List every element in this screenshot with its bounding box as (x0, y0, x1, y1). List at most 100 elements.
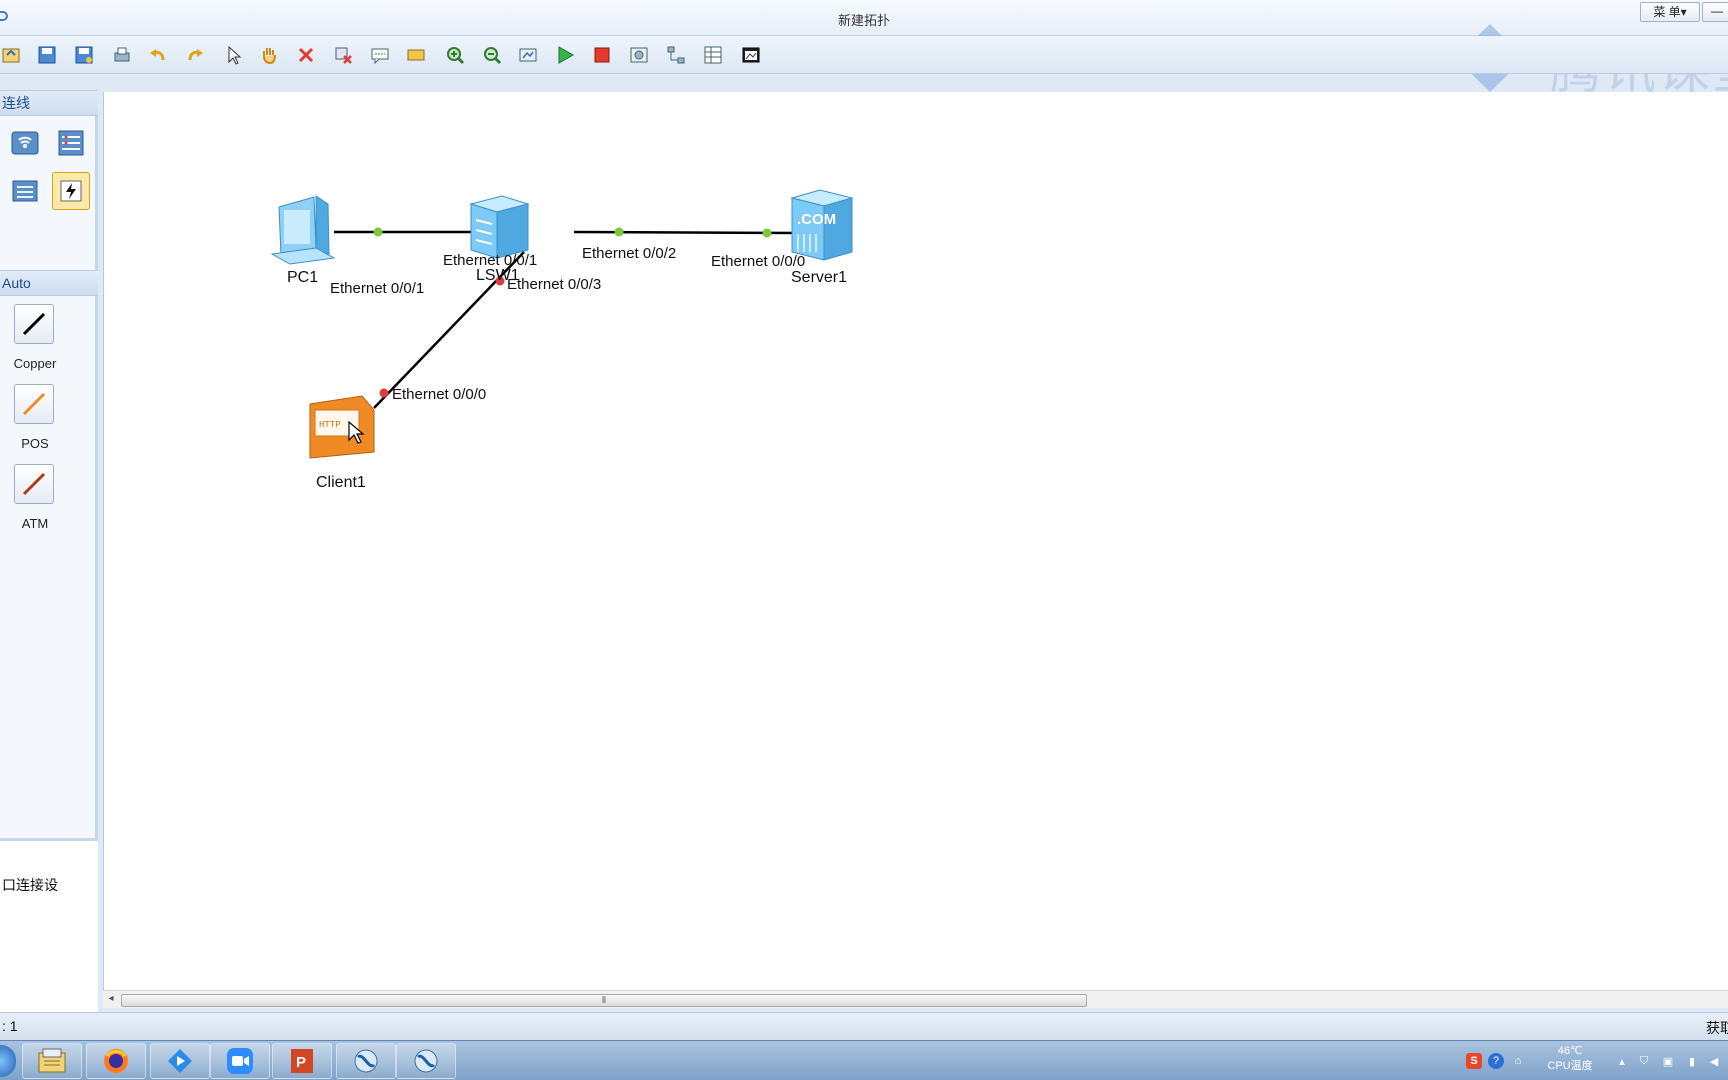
title-bar: 新建拓扑 菜 单▾ — (0, 0, 1728, 36)
port-label-lsw1-0-0-3: Ethernet 0/0/3 (507, 276, 601, 293)
port-status-dot (373, 227, 383, 237)
save-as-icon[interactable] (73, 44, 95, 66)
rack-device-icon[interactable] (52, 124, 90, 162)
port-status-dot (614, 227, 624, 237)
pc-icon (270, 195, 336, 265)
port-status-dot (762, 228, 772, 238)
fit-view-icon[interactable] (517, 44, 539, 66)
atm-label: ATM (21, 516, 49, 531)
signal-icon[interactable]: ▮ (1684, 1053, 1700, 1069)
port-label-lsw1-0-0-1: Ethernet 0/0/1 (443, 252, 537, 269)
capture-icon[interactable] (628, 44, 650, 66)
connection-section-header[interactable]: 连线 (0, 90, 98, 116)
atm-cable-button[interactable] (14, 464, 54, 504)
select-icon[interactable] (222, 44, 244, 66)
topology-icon[interactable] (665, 44, 687, 66)
switch-icon (469, 195, 530, 259)
taskbar-ensp-topology[interactable] (396, 1043, 456, 1079)
pos-label: POS (21, 436, 49, 451)
toolbar (0, 36, 1728, 74)
copper-label: Copper (13, 356, 57, 371)
wireless-device-icon[interactable] (6, 124, 44, 162)
redo-icon[interactable] (184, 44, 206, 66)
delete-link-icon[interactable] (332, 44, 354, 66)
start-orb-icon[interactable] (0, 1045, 16, 1077)
pc1-node[interactable]: PC1 (270, 195, 336, 286)
file-explorer-icon (38, 1048, 66, 1073)
svg-text:HTTP: HTTP (319, 420, 341, 430)
scroll-thumb[interactable]: ⦀ (121, 994, 1087, 1007)
section-title: 连线 (2, 95, 30, 111)
cpu-temperature[interactable]: 46℃ CPU温度 (1540, 1044, 1600, 1074)
topology-diagram[interactable]: PC1 LSW1 .COM Server1 HTTP Client1 Ether… (104, 92, 1728, 992)
ensp-topology-icon (414, 1049, 438, 1073)
sogou-input-icon[interactable]: S (1466, 1053, 1482, 1069)
cable-section-header[interactable]: Auto (0, 270, 98, 296)
port-label-client1: Ethernet 0/0/0 (392, 386, 486, 403)
menu-button[interactable]: 菜 单▾ (1640, 2, 1700, 22)
zoom-out-icon[interactable] (481, 44, 503, 66)
scroll-left-icon[interactable]: ◂ (105, 993, 117, 1007)
status-text: : 1 (2, 1018, 18, 1034)
ensp-icon (354, 1049, 378, 1073)
save-icon[interactable] (36, 44, 58, 66)
client1-node[interactable]: HTTP Client1 (309, 395, 375, 491)
tray-settings-icon[interactable]: ⌂ (1510, 1053, 1526, 1069)
powerpoint-icon: P (291, 1049, 313, 1073)
pos-cable-button[interactable] (14, 384, 54, 424)
server-icon: .COM (790, 189, 854, 261)
http-client-icon: HTTP (309, 395, 375, 459)
topology-canvas[interactable]: PC1 LSW1 .COM Server1 HTTP Client1 Ether… (103, 92, 1728, 992)
window-title: 新建拓扑 (837, 13, 890, 28)
volume-icon[interactable]: ◀ (1706, 1053, 1722, 1069)
network-icon[interactable]: ▣ (1660, 1053, 1676, 1069)
undo-icon[interactable] (147, 44, 169, 66)
tencent-class-icon (168, 1049, 192, 1073)
auto-cable-icon[interactable] (52, 172, 90, 210)
description-text: 口连接设 (2, 877, 58, 893)
taskbar-firefox[interactable] (86, 1043, 146, 1079)
print-icon[interactable] (111, 44, 133, 66)
port-status-dot (379, 388, 389, 398)
security-shield-icon[interactable]: ⛉ (1636, 1053, 1652, 1069)
status-link[interactable]: 获取 (1706, 1018, 1728, 1038)
client1-label: Client1 (316, 474, 366, 491)
pc1-label: PC1 (287, 269, 318, 286)
copper-cable-button[interactable] (14, 304, 54, 344)
screenshot-icon[interactable] (740, 44, 762, 66)
taskbar: P S ? ⌂ 46℃ CPU温度 ▴ ⛉ ▣ ▮ ◀ (0, 1040, 1728, 1080)
delete-icon[interactable] (295, 44, 317, 66)
atm-cable-icon (22, 472, 46, 496)
section-title: Auto (2, 275, 31, 291)
firefox-icon (104, 1049, 128, 1073)
show-hidden-icons-icon[interactable]: ▴ (1614, 1053, 1630, 1069)
svg-text:.COM: .COM (797, 211, 836, 228)
pan-hand-icon[interactable] (258, 44, 280, 66)
server1-label: Server1 (791, 269, 847, 286)
minimize-button[interactable]: — (1702, 2, 1728, 22)
port-label-server1: Ethernet 0/0/0 (711, 253, 805, 270)
grid-icon[interactable] (702, 44, 724, 66)
cpu-temp-label: CPU温度 (1547, 1060, 1593, 1072)
switch-stack-icon[interactable] (6, 172, 44, 210)
status-bar: : 1 获取 (0, 1012, 1728, 1040)
server1-node[interactable]: .COM Server1 (790, 189, 854, 286)
taskbar-ensp[interactable] (336, 1043, 396, 1079)
new-icon[interactable] (0, 44, 22, 66)
stop-device-icon[interactable] (591, 44, 613, 66)
taskbar-powerpoint[interactable]: P (272, 1043, 332, 1079)
cpu-temp-value: 46℃ (1557, 1045, 1583, 1057)
start-device-icon[interactable] (554, 44, 576, 66)
help-icon[interactable]: ? (1488, 1053, 1504, 1069)
svg-text:P: P (296, 1054, 306, 1071)
horizontal-scrollbar[interactable]: ◂ ⦀ (103, 990, 1728, 1008)
pos-cable-icon (22, 392, 46, 416)
taskbar-tencent-class[interactable] (150, 1043, 210, 1079)
rectangle-icon[interactable] (405, 44, 427, 66)
zoom-meeting-icon (227, 1048, 253, 1074)
text-note-icon[interactable] (369, 44, 391, 66)
lsw1-node[interactable]: LSW1 (469, 195, 530, 284)
taskbar-file-explorer[interactable] (22, 1043, 82, 1079)
zoom-in-icon[interactable] (444, 44, 466, 66)
taskbar-zoom[interactable] (210, 1043, 270, 1079)
